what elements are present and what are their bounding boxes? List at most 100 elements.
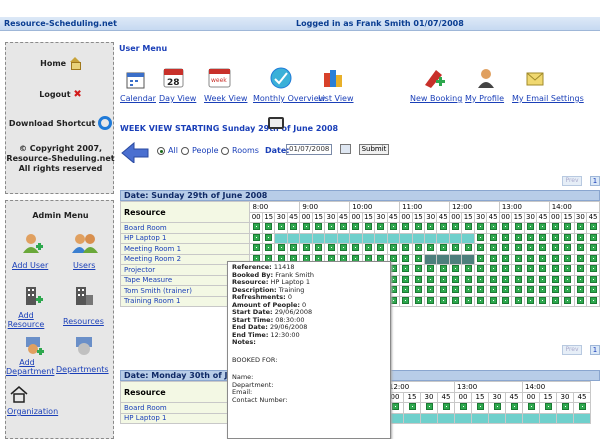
- time-slot[interactable]: [523, 274, 538, 286]
- users-link[interactable]: Users: [73, 261, 95, 270]
- add-slot-icon[interactable]: [527, 286, 534, 294]
- time-slot[interactable]: [399, 285, 413, 297]
- add-slot-icon[interactable]: [539, 233, 547, 241]
- time-slot[interactable]: [461, 274, 475, 286]
- add-slot-icon[interactable]: [427, 265, 435, 273]
- time-slot[interactable]: [473, 274, 488, 286]
- date-input[interactable]: 01/07/2008: [286, 144, 332, 155]
- add-slot-icon[interactable]: [589, 286, 597, 294]
- add-slot-icon[interactable]: [514, 265, 522, 273]
- time-slot[interactable]: [536, 285, 550, 297]
- time-slot[interactable]: [561, 253, 575, 265]
- add-resource-label[interactable]: Add: [6, 311, 46, 320]
- add-slot-icon[interactable]: [493, 403, 501, 411]
- time-slot[interactable]: [486, 274, 500, 286]
- add-slot-icon[interactable]: [439, 296, 447, 304]
- email-settings-icon[interactable]: [525, 67, 545, 89]
- add-slot-icon[interactable]: [576, 275, 584, 283]
- time-slot[interactable]: [261, 232, 276, 244]
- time-slot[interactable]: [561, 222, 575, 234]
- time-slot[interactable]: [573, 243, 588, 255]
- add-slot-icon[interactable]: [527, 403, 535, 411]
- time-slot[interactable]: [361, 222, 376, 234]
- radio-people[interactable]: [181, 147, 189, 155]
- time-slot[interactable]: [561, 285, 575, 297]
- time-slot[interactable]: [286, 243, 301, 255]
- add-slot-icon[interactable]: [402, 244, 410, 252]
- time-slot[interactable]: [536, 243, 550, 255]
- add-slot-icon[interactable]: [425, 403, 433, 411]
- time-slot[interactable]: [437, 402, 455, 414]
- time-slot[interactable]: [461, 243, 475, 255]
- add-slot-icon[interactable]: [539, 296, 547, 304]
- add-slot-icon[interactable]: [352, 244, 360, 252]
- time-slot[interactable]: [523, 253, 538, 265]
- add-slot-icon[interactable]: [564, 244, 572, 252]
- add-slot-icon[interactable]: [315, 244, 323, 252]
- add-slot-icon[interactable]: [477, 254, 485, 262]
- time-slot[interactable]: [536, 222, 550, 234]
- time-slot[interactable]: [436, 285, 450, 297]
- time-slot[interactable]: [261, 222, 276, 234]
- time-slot[interactable]: [374, 243, 388, 255]
- add-slot-icon[interactable]: [539, 223, 547, 231]
- add-slot-icon[interactable]: [564, 223, 572, 231]
- add-slot-icon[interactable]: [439, 275, 447, 283]
- add-slot-icon[interactable]: [290, 223, 298, 231]
- time-slot[interactable]: [573, 232, 588, 244]
- add-slot-icon[interactable]: [389, 223, 397, 231]
- add-slot-icon[interactable]: [377, 244, 385, 252]
- add-slot-icon[interactable]: [551, 233, 559, 241]
- add-slot-icon[interactable]: [464, 244, 472, 252]
- time-slot[interactable]: [486, 222, 500, 234]
- add-slot-icon[interactable]: [527, 233, 534, 241]
- time-slot[interactable]: [536, 232, 550, 244]
- time-slot[interactable]: [573, 412, 591, 424]
- add-slot-icon[interactable]: [327, 223, 335, 231]
- add-slot-icon[interactable]: [389, 244, 397, 252]
- time-slot[interactable]: [522, 412, 540, 424]
- time-slot[interactable]: [420, 412, 438, 424]
- time-slot[interactable]: [423, 222, 438, 234]
- add-slot-icon[interactable]: [576, 244, 584, 252]
- time-slot[interactable]: [473, 285, 488, 297]
- add-slot-icon[interactable]: [377, 223, 385, 231]
- time-slot[interactable]: [311, 243, 326, 255]
- add-slot-icon[interactable]: [439, 265, 447, 273]
- my-profile-icon[interactable]: [476, 67, 496, 89]
- add-slot-icon[interactable]: [539, 254, 547, 262]
- add-slot-icon[interactable]: [427, 244, 435, 252]
- time-slot[interactable]: [586, 253, 600, 265]
- time-slot[interactable]: [411, 295, 426, 307]
- calendar-picker-icon[interactable]: [340, 144, 351, 154]
- add-department-link[interactable]: Add Department: [6, 358, 54, 376]
- time-slot[interactable]: [536, 264, 550, 276]
- time-slot[interactable]: [448, 274, 463, 286]
- time-slot[interactable]: [399, 264, 413, 276]
- add-slot-icon[interactable]: [477, 265, 485, 273]
- add-slot-icon[interactable]: [252, 233, 260, 241]
- time-slot[interactable]: [511, 243, 525, 255]
- time-slot[interactable]: [471, 402, 489, 414]
- time-slot[interactable]: [461, 295, 475, 307]
- time-slot[interactable]: [454, 412, 472, 424]
- add-slot-icon[interactable]: [564, 275, 572, 283]
- time-slot[interactable]: [349, 232, 363, 244]
- add-slot-icon[interactable]: [464, 286, 472, 294]
- add-slot-icon[interactable]: [489, 244, 497, 252]
- add-slot-icon[interactable]: [327, 244, 335, 252]
- add-slot-icon[interactable]: [514, 254, 522, 262]
- week-view-icon[interactable]: week: [208, 67, 232, 89]
- add-slot-icon[interactable]: [352, 223, 360, 231]
- time-slot[interactable]: [399, 295, 413, 307]
- time-slot[interactable]: [511, 253, 525, 265]
- add-slot-icon[interactable]: [514, 275, 522, 283]
- add-slot-icon[interactable]: [502, 233, 510, 241]
- add-slot-icon[interactable]: [477, 296, 485, 304]
- time-slot[interactable]: [324, 222, 338, 234]
- time-slot[interactable]: [423, 285, 438, 297]
- radio-rooms[interactable]: [221, 147, 229, 155]
- time-slot[interactable]: [461, 253, 475, 265]
- add-slot-icon[interactable]: [302, 244, 310, 252]
- time-slot[interactable]: [311, 222, 326, 234]
